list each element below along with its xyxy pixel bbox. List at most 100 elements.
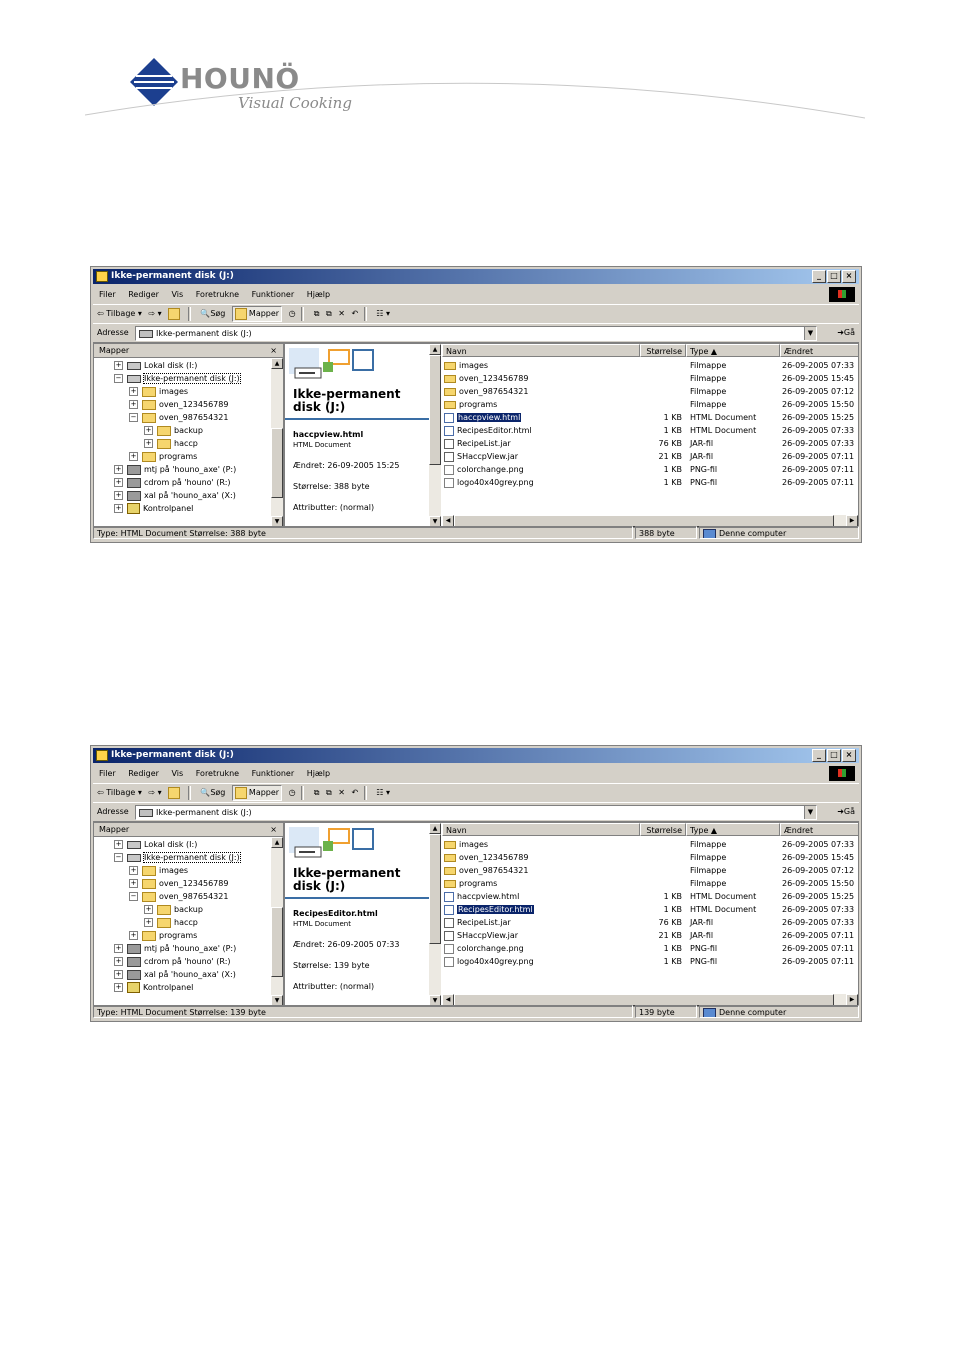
tree-item[interactable]: − oven_987654321 — [129, 890, 228, 903]
webview-vertical-scrollbar[interactable]: ▲ ▼ — [429, 344, 441, 527]
scroll-up-icon[interactable]: ▲ — [429, 823, 441, 834]
file-row[interactable]: oven_987654321 Filmappe 26-09-2005 07:12 — [442, 864, 858, 877]
views-button[interactable]: ☷ ▾ — [376, 784, 390, 802]
expand-icon[interactable]: + — [129, 931, 138, 940]
scroll-up-icon[interactable]: ▲ — [271, 837, 283, 848]
column-header-name[interactable]: Navn — [442, 344, 640, 357]
scroll-thumb[interactable] — [429, 355, 441, 465]
folders-button[interactable]: Mapper — [231, 306, 283, 322]
close-button[interactable]: × — [842, 749, 856, 762]
minimize-button[interactable]: _ — [812, 270, 826, 283]
file-row[interactable]: oven_123456789 Filmappe 26-09-2005 15:45 — [442, 372, 858, 385]
expand-icon[interactable]: + — [129, 866, 138, 875]
expand-icon[interactable]: + — [114, 970, 123, 979]
back-button[interactable]: ⇦ Tilbage ▾ — [97, 784, 142, 802]
scroll-up-icon[interactable]: ▲ — [429, 344, 441, 355]
tree-item[interactable]: + Lokal disk (I:) — [114, 838, 197, 851]
minimize-button[interactable]: _ — [812, 749, 826, 762]
up-folder-button[interactable] — [168, 784, 182, 802]
menu-funktioner[interactable]: Funktioner — [252, 286, 294, 303]
address-dropdown-button[interactable]: ▼ — [804, 327, 816, 340]
folders-pane-close-button[interactable]: × — [270, 344, 277, 357]
file-row[interactable]: images Filmappe 26-09-2005 07:33 — [442, 359, 858, 372]
search-button[interactable]: 🔍Søg — [200, 305, 225, 323]
menu-funktioner[interactable]: Funktioner — [252, 765, 294, 782]
delete-button[interactable]: ✕ — [338, 305, 345, 323]
expand-icon[interactable]: + — [144, 426, 153, 435]
column-header-size[interactable]: Størrelse — [640, 823, 686, 836]
tree-item[interactable]: + oven_123456789 — [129, 877, 228, 890]
expand-icon[interactable]: + — [129, 400, 138, 409]
menu-foretrukne[interactable]: Foretrukne — [196, 765, 239, 782]
tree-item[interactable]: + haccp — [144, 916, 198, 929]
tree-item[interactable]: + haccp — [144, 437, 198, 450]
address-input[interactable]: Ikke-permanent disk (J:) ▼ — [135, 805, 817, 820]
column-header-size[interactable]: Størrelse — [640, 344, 686, 357]
menu-filer[interactable]: Filer — [99, 286, 116, 303]
collapse-icon[interactable]: − — [114, 374, 123, 383]
tree-item[interactable]: + backup — [144, 424, 203, 437]
go-button[interactable]: ➜Gå — [837, 803, 855, 821]
copy-to-button[interactable]: ⧉ — [326, 305, 332, 323]
tree-item[interactable]: + cdrom på 'houno' (R:) — [114, 955, 231, 968]
expand-icon[interactable]: + — [114, 491, 123, 500]
tree-item[interactable]: + Kontrolpanel — [114, 981, 193, 994]
menu-filer[interactable]: Filer — [99, 765, 116, 782]
go-button[interactable]: ➜Gå — [837, 324, 855, 342]
tree-item[interactable]: + images — [129, 385, 188, 398]
forward-button[interactable]: ⇨ ▾ — [148, 305, 161, 323]
file-row[interactable]: SHaccpView.jar 21 KB JAR-fil 26-09-2005 07:… — [442, 450, 858, 463]
expand-icon[interactable]: + — [129, 452, 138, 461]
scroll-thumb[interactable] — [429, 834, 441, 944]
maximize-button[interactable]: □ — [827, 749, 841, 762]
file-row[interactable]: RecipesEditor.html 1 KB HTML Document 26-09… — [442, 903, 858, 916]
expand-icon[interactable]: + — [114, 465, 123, 474]
expand-icon[interactable]: + — [129, 879, 138, 888]
undo-button[interactable]: ↶ — [352, 305, 359, 323]
tree-item[interactable]: + images — [129, 864, 188, 877]
tree-item[interactable]: + programs — [129, 450, 197, 463]
history-button[interactable]: ◷ — [289, 305, 296, 323]
expand-icon[interactable]: + — [129, 387, 138, 396]
tree-item[interactable]: − Ikke-permanent disk (J:) — [114, 372, 241, 385]
expand-icon[interactable]: + — [114, 504, 123, 513]
menu-foretrukne[interactable]: Foretrukne — [196, 286, 239, 303]
expand-icon[interactable]: + — [114, 944, 123, 953]
webview-vertical-scrollbar[interactable]: ▲ ▼ — [429, 823, 441, 1006]
file-row[interactable]: images Filmappe 26-09-2005 07:33 — [442, 838, 858, 851]
address-input[interactable]: Ikke-permanent disk (J:) ▼ — [135, 326, 817, 341]
maximize-button[interactable]: □ — [827, 270, 841, 283]
menu-vis[interactable]: Vis — [172, 765, 184, 782]
file-row[interactable]: RecipeList.jar 76 KB JAR-fil 26-09-2005 07:… — [442, 916, 858, 929]
column-header-modified[interactable]: Ændret — [780, 344, 858, 357]
tree-item[interactable]: + oven_123456789 — [129, 398, 228, 411]
views-button[interactable]: ☷ ▾ — [376, 305, 390, 323]
file-row[interactable]: RecipesEditor.html 1 KB HTML Document 26-09… — [442, 424, 858, 437]
expand-icon[interactable]: + — [144, 918, 153, 927]
tree-item[interactable]: + backup — [144, 903, 203, 916]
folders-pane-close-button[interactable]: × — [270, 823, 277, 836]
file-row[interactable]: programs Filmappe 26-09-2005 15:50 — [442, 877, 858, 890]
move-to-button[interactable]: ⧉ — [314, 305, 320, 323]
tree-item[interactable]: + mtj på 'houno_axe' (P:) — [114, 463, 236, 476]
menu-rediger[interactable]: Rediger — [128, 286, 159, 303]
collapse-icon[interactable]: − — [129, 413, 138, 422]
tree-item[interactable]: + xal på 'houno_axa' (X:) — [114, 489, 236, 502]
expand-icon[interactable]: + — [114, 478, 123, 487]
menu-hjaelp[interactable]: Hjælp — [307, 765, 330, 782]
column-header-type[interactable]: Type ▲ — [686, 823, 780, 836]
up-folder-button[interactable] — [168, 305, 182, 323]
column-header-type[interactable]: Type ▲ — [686, 344, 780, 357]
history-button[interactable]: ◷ — [289, 784, 296, 802]
file-row[interactable]: colorchange.png 1 KB PNG-fil 26-09-2005 07:… — [442, 942, 858, 955]
column-header-name[interactable]: Navn — [442, 823, 640, 836]
scroll-thumb[interactable] — [271, 428, 283, 498]
file-row[interactable]: RecipeList.jar 76 KB JAR-fil 26-09-2005 07:… — [442, 437, 858, 450]
address-dropdown-button[interactable]: ▼ — [804, 806, 816, 819]
menu-hjaelp[interactable]: Hjælp — [307, 286, 330, 303]
expand-icon[interactable]: + — [144, 905, 153, 914]
search-button[interactable]: 🔍Søg — [200, 784, 225, 802]
back-button[interactable]: ⇦ Tilbage ▾ — [97, 305, 142, 323]
move-to-button[interactable]: ⧉ — [314, 784, 320, 802]
collapse-icon[interactable]: − — [114, 853, 123, 862]
